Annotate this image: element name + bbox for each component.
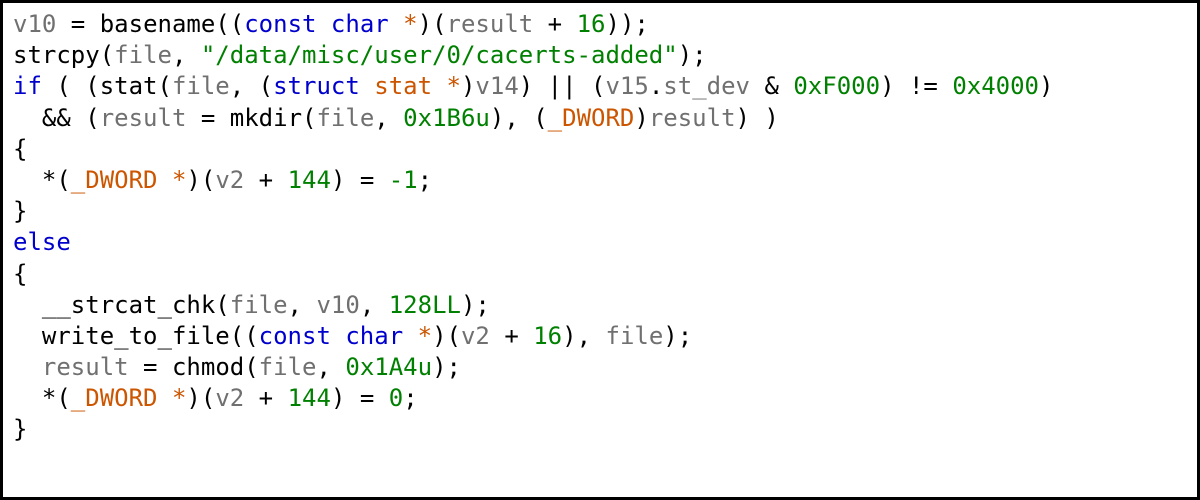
brace-open: {: [13, 260, 27, 288]
brace-open: {: [13, 135, 27, 163]
var-v10: v10: [13, 10, 56, 38]
fn-write-to-file: write_to_file: [42, 322, 230, 350]
var-v2: v2: [215, 166, 244, 194]
brace-close: }: [13, 415, 27, 443]
var-result: result: [447, 10, 534, 38]
kw-if: if: [13, 72, 42, 100]
brace-close: }: [13, 197, 27, 225]
decompiled-code-block: v10 = basename((const char *)(result + 1…: [0, 0, 1200, 500]
fn-basename: basename: [100, 10, 216, 38]
code-content: v10 = basename((const char *)(result + 1…: [13, 9, 1187, 446]
fn-strcpy: strcpy: [13, 41, 100, 69]
kw-const: const: [244, 10, 316, 38]
fn-mkdir: mkdir: [230, 104, 302, 132]
fn-strcat-chk: __strcat_chk: [42, 291, 215, 319]
var-v14: v14: [475, 72, 518, 100]
var-v15: v15: [605, 72, 648, 100]
fn-chmod: chmod: [172, 353, 244, 381]
var-file: file: [114, 41, 172, 69]
fn-stat: stat: [100, 72, 158, 100]
string-cacerts-path: "/data/misc/user/0/cacerts-added": [201, 41, 678, 69]
field-st_dev: st_dev: [663, 72, 750, 100]
type-dword: _DWORD: [548, 104, 635, 132]
kw-else: else: [13, 228, 71, 256]
